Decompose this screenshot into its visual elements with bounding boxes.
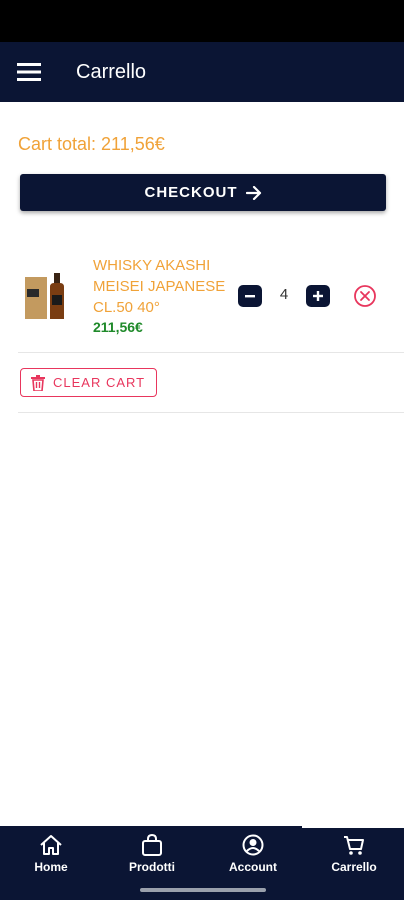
hamburger-menu-icon xyxy=(17,63,41,81)
active-tab-indicator xyxy=(302,826,404,828)
nav-label: Prodotti xyxy=(129,860,175,874)
divider xyxy=(18,412,404,413)
nav-item-carrello[interactable]: Carrello xyxy=(309,834,399,874)
plus-icon xyxy=(313,291,323,301)
arrow-right-icon xyxy=(245,185,261,200)
checkout-button[interactable]: CHECKOUT xyxy=(20,174,386,211)
cart-total-value: 211,56€ xyxy=(101,134,165,154)
checkout-label: CHECKOUT xyxy=(144,184,238,201)
close-circle-icon xyxy=(354,285,376,307)
quantity-value: 4 xyxy=(279,286,289,303)
nav-item-prodotti[interactable]: Prodotti xyxy=(107,834,197,874)
account-icon xyxy=(242,834,264,856)
cart-total: Cart total: 211,56€ xyxy=(18,134,165,155)
clear-cart-button[interactable]: CLEAR CART xyxy=(20,368,157,397)
minus-icon xyxy=(245,295,255,298)
product-image xyxy=(25,273,64,319)
nav-item-home[interactable]: Home xyxy=(6,834,96,874)
nav-item-account[interactable]: Account xyxy=(208,834,298,874)
cart-total-label: Cart total: xyxy=(18,134,97,154)
nav-label: Home xyxy=(34,860,68,874)
page-title: Carrello xyxy=(76,60,147,83)
gesture-bar xyxy=(140,888,266,892)
bag-icon xyxy=(142,834,162,856)
product-price: 211,56€ xyxy=(93,319,143,335)
app-bar: Carrello xyxy=(0,42,404,102)
decrease-quantity-button[interactable] xyxy=(238,285,262,307)
status-bar xyxy=(0,0,404,42)
nav-label: Account xyxy=(229,860,277,874)
remove-item-button[interactable] xyxy=(353,284,377,308)
product-name[interactable]: WHISKY AKASHI MEISEI JAPANESE CL.50 40° xyxy=(93,255,243,318)
clear-cart-label: CLEAR CART xyxy=(53,375,146,390)
trash-icon xyxy=(31,374,45,391)
cart-item: WHISKY AKASHI MEISEI JAPANESE CL.50 40° … xyxy=(18,247,404,353)
home-icon xyxy=(40,835,62,855)
increase-quantity-button[interactable] xyxy=(306,285,330,307)
nav-label: Carrello xyxy=(331,860,377,874)
cart-icon xyxy=(344,836,364,855)
menu-button[interactable] xyxy=(0,42,58,102)
